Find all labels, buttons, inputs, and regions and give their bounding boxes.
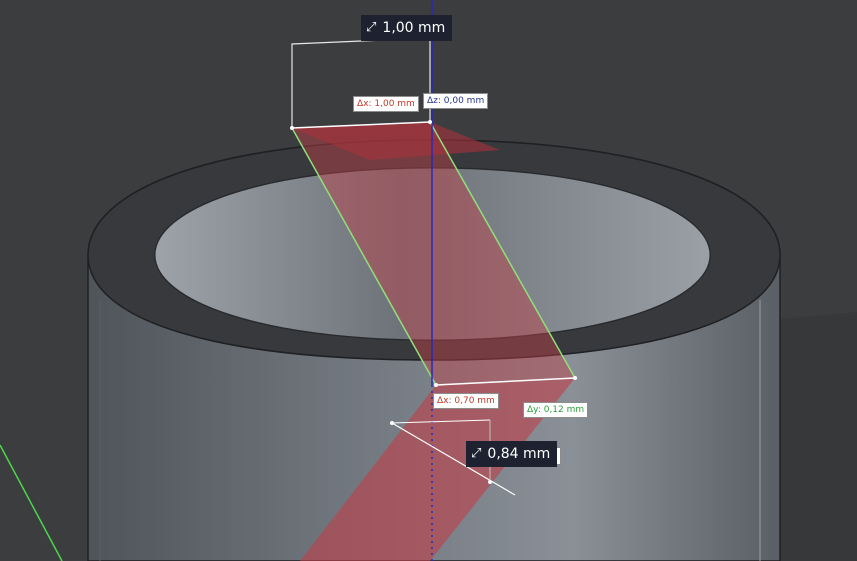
measure-point[interactable] (428, 120, 432, 124)
measurement-value: 0,84 mm (487, 446, 551, 462)
3d-viewport[interactable]: ⤢ 1,00 mm Δx: 1,00 mm Δz: 0,00 mm Δx: 0,… (0, 0, 857, 561)
y-axis-line (0, 444, 63, 561)
background-plane (770, 312, 857, 561)
dimension-arrow-icon: ⤢ (471, 446, 482, 461)
delta-y-label: Δy: 0,12 mm (523, 402, 589, 418)
measurement-label-top[interactable]: ⤢ 1,00 mm (361, 15, 453, 41)
model-canvas[interactable] (0, 0, 857, 561)
measure-point[interactable] (390, 421, 394, 425)
dimension-arrow-icon: ⤢ (366, 20, 377, 35)
delta-x-label: Δx: 1,00 mm (353, 96, 419, 112)
measurement-label-bottom[interactable]: ⤢ 0,84 mm (466, 441, 558, 467)
measure-point[interactable] (488, 480, 492, 484)
measure-point[interactable] (290, 126, 294, 130)
measurement-value: 1,00 mm (382, 20, 446, 36)
measure-point[interactable] (434, 383, 438, 387)
top-dimension-leader (291, 37, 431, 128)
delta-x-label: Δx: 0,70 mm (433, 393, 499, 409)
delta-z-label: Δz: 0,00 mm (423, 93, 489, 109)
measure-point[interactable] (573, 376, 577, 380)
